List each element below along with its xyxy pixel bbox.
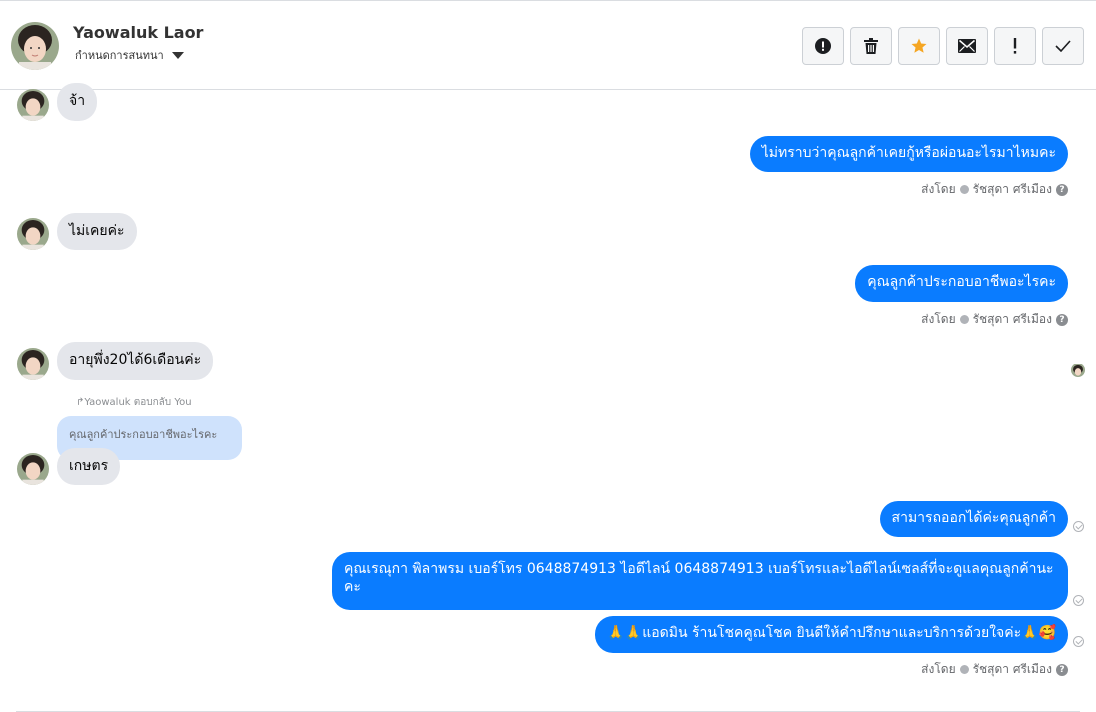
envelope-icon <box>958 39 976 53</box>
read-receipt-avatar <box>1071 363 1085 377</box>
conversation-header: Yaowaluk Laor กำหนดการสนทนา <box>0 0 1096 90</box>
sent-by-agent[interactable]: รัชสุดา ศรีเมือง <box>973 660 1052 679</box>
sent-by-info: ส่งโดย รัชสุดา ศรีเมือง ? <box>921 180 1068 199</box>
sent-by-info: ส่งโดย รัชสุดา ศรีเมือง ? <box>921 660 1068 679</box>
trash-icon <box>864 38 878 54</box>
contact-avatar[interactable] <box>11 22 59 70</box>
sent-by-label: ส่งโดย <box>921 662 956 676</box>
customer-avatar[interactable] <box>17 453 49 485</box>
conversation-settings-label: กำหนดการสนทนา <box>75 49 164 62</box>
customer-avatar[interactable] <box>17 218 49 250</box>
chevron-down-icon <box>171 51 184 59</box>
checkmark-icon <box>1055 40 1071 52</box>
follow-up-button[interactable] <box>994 27 1036 65</box>
help-icon[interactable]: ? <box>1056 313 1068 326</box>
help-icon[interactable]: ? <box>1056 663 1068 676</box>
sent-by-agent[interactable]: รัชสุดา ศรีเมือง <box>973 180 1052 199</box>
mark-done-button[interactable] <box>1042 27 1084 65</box>
star-button[interactable] <box>898 27 940 65</box>
customer-avatar[interactable] <box>17 348 49 380</box>
star-icon <box>911 38 927 53</box>
delivered-check-icon <box>1073 595 1084 606</box>
alert-circle-icon <box>815 38 831 54</box>
report-button[interactable] <box>802 27 844 65</box>
sent-by-agent[interactable]: รัชสุดา ศรีเมือง <box>973 310 1052 329</box>
sent-by-info: ส่งโดย รัชสุดา ศรีเมือง ? <box>921 310 1068 329</box>
outgoing-message[interactable]: คุณลูกค้าประกอบอาชีพอะไรคะ <box>855 265 1068 302</box>
contact-name[interactable]: Yaowaluk Laor <box>73 23 203 42</box>
conversation-settings-dropdown[interactable]: กำหนดการสนทนา <box>75 46 184 64</box>
sent-by-label: ส่งโดย <box>921 312 956 326</box>
outgoing-message[interactable]: 🙏🙏แอดมิน ร้านโชคคูณโชค ยินดีให้คำปรึกษาแ… <box>595 616 1068 653</box>
conversation-toolbar <box>802 27 1084 65</box>
outgoing-message[interactable]: ไม่ทราบว่าคุณลูกค้าเคยกู้หรือผ่อนอะไรมาไ… <box>749 136 1068 172</box>
delete-button[interactable] <box>850 27 892 65</box>
agent-status-icon <box>959 185 969 194</box>
outgoing-message[interactable]: สามารถออกได้ค่ะคุณลูกค้า <box>879 501 1068 537</box>
customer-avatar[interactable] <box>17 89 49 121</box>
outgoing-message[interactable]: คุณเรณุกา พิลาพรม เบอร์โทร 0648874913 ไอ… <box>332 552 1068 610</box>
reply-hint-text: Yaowaluk ตอบกลับ You <box>84 397 192 408</box>
incoming-message[interactable]: อายุพึ่ง20ได้6เดือนค่ะ <box>57 342 214 380</box>
mark-unread-button[interactable] <box>946 27 988 65</box>
incoming-message[interactable]: จ้า <box>57 83 98 121</box>
agent-status-icon <box>959 315 969 324</box>
exclamation-icon <box>1013 38 1017 54</box>
incoming-message[interactable]: ไม่เคยค่ะ <box>57 213 137 250</box>
reply-indicator: ↱Yaowaluk ตอบกลับ You <box>76 395 192 410</box>
agent-status-icon <box>959 665 969 674</box>
help-icon[interactable]: ? <box>1056 183 1068 196</box>
incoming-message[interactable]: เกษตร <box>57 448 121 485</box>
delivered-check-icon <box>1073 521 1084 532</box>
delivered-check-icon <box>1073 636 1084 647</box>
sent-by-label: ส่งโดย <box>921 182 956 196</box>
